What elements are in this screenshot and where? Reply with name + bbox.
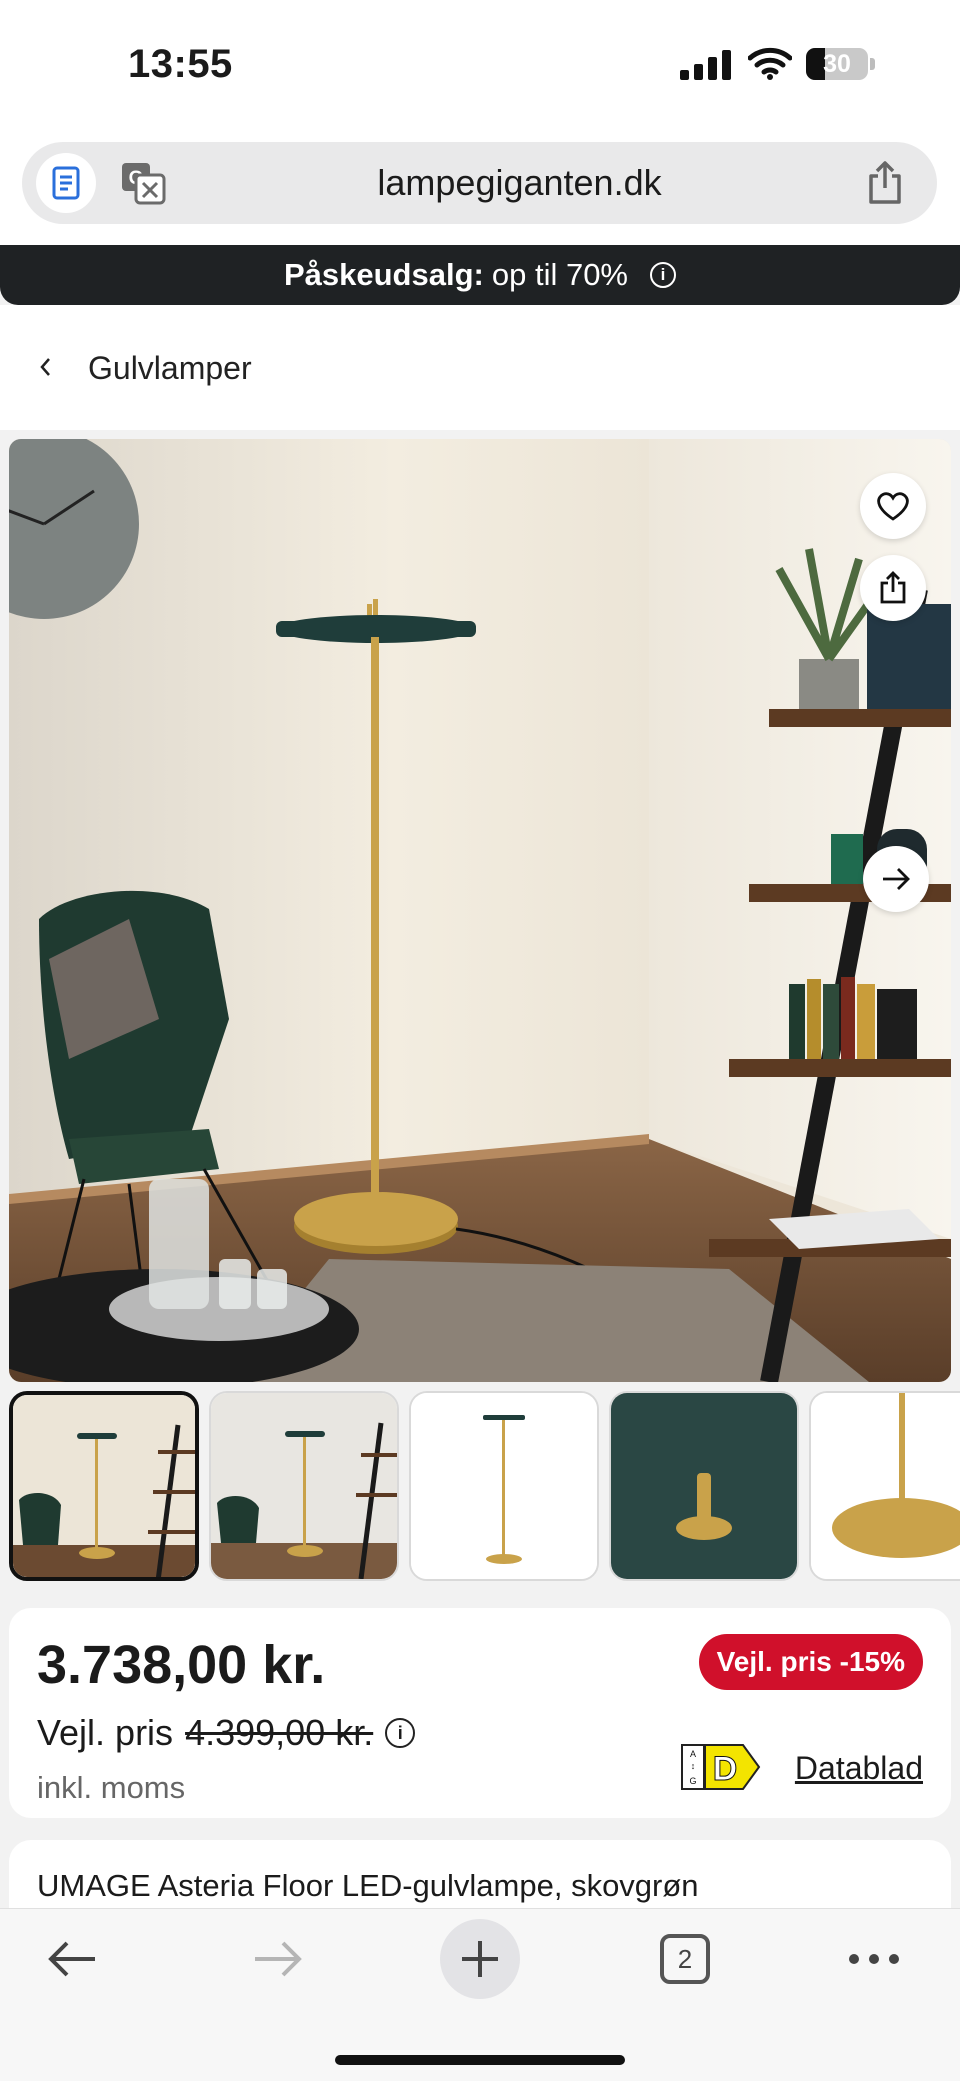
back-arrow-icon[interactable] (40, 1919, 104, 1999)
breadcrumb[interactable]: Gulvlamper (38, 350, 252, 387)
discount-badge: Vejl. pris -15% (698, 1634, 923, 1690)
address-bar[interactable]: G lampegiganten.dk (22, 142, 937, 224)
energy-label-icon[interactable]: A ↕ G D (681, 1744, 761, 1790)
tabs-icon[interactable]: 2 (655, 1919, 715, 1999)
heart-icon[interactable] (860, 473, 926, 539)
more-icon[interactable] (844, 1919, 904, 1999)
promo-text: op til 70% (491, 257, 628, 292)
battery-nub (870, 58, 875, 70)
product-title: UMAGE Asteria Floor LED-gulvlampe, skovg… (37, 1868, 699, 1903)
thumbnail-2[interactable] (209, 1391, 399, 1581)
breadcrumb-bar: Gulvlamper (0, 305, 960, 430)
vat-note: inkl. moms (37, 1770, 186, 1805)
current-price: 3.738,00 kr. (37, 1635, 326, 1695)
browser-chrome: G lampegiganten.dk (0, 130, 960, 245)
thumbnail-strip[interactable] (9, 1391, 960, 1581)
battery-percent: 30 (823, 50, 851, 78)
forward-arrow-icon[interactable] (246, 1919, 310, 1999)
share-icon[interactable] (861, 158, 909, 208)
promo-title: Påskeudsalg: (283, 257, 484, 292)
promo-banner[interactable]: Påskeudsalg: op til 70% i (0, 245, 960, 305)
rrp-old-price: 4.399,00 kr. (185, 1712, 374, 1753)
datasheet-link[interactable]: Datablad (795, 1750, 923, 1787)
product-main-image[interactable] (9, 439, 951, 1382)
chevron-left-icon (38, 352, 68, 386)
energy-scale-top: A (690, 1749, 696, 1759)
url-text[interactable]: lampegiganten.dk (222, 162, 817, 204)
thumbnail-3[interactable] (409, 1391, 599, 1581)
share-icon[interactable] (860, 555, 926, 621)
reader-icon[interactable] (36, 153, 96, 213)
thumbnail-5[interactable] (809, 1391, 960, 1581)
thumbnail-1[interactable] (9, 1391, 199, 1581)
recommended-price: Vejl. pris 4.399,00 kr. i (37, 1712, 416, 1754)
screen: 13:55 30 lampegiganten.dk Påskeudsalg: o… (0, 0, 960, 2081)
translate-icon[interactable]: G (116, 156, 170, 210)
energy-scale-bottom: G (689, 1776, 696, 1786)
energy-class: D (713, 1750, 738, 1788)
battery-icon: 30 (806, 48, 868, 80)
info-icon[interactable]: i (385, 1718, 416, 1748)
plus-icon[interactable] (440, 1919, 520, 1999)
arrow-right-icon[interactable] (863, 846, 929, 912)
status-time: 13:55 (128, 42, 233, 86)
price-card: 3.738,00 kr. Vejl. pris -15% Vejl. pris … (9, 1608, 951, 1818)
home-indicator (335, 2055, 625, 2065)
browser-toolbar: 2 (0, 1908, 960, 2081)
status-bar: 13:55 30 (0, 0, 960, 130)
thumbnail-4[interactable] (609, 1391, 799, 1581)
rrp-label: Vejl. pris (37, 1712, 174, 1753)
cellular-signal-icon (680, 50, 732, 80)
svg-text:↕: ↕ (691, 1761, 696, 1771)
breadcrumb-label[interactable]: Gulvlamper (88, 350, 252, 387)
tab-count: 2 (660, 1934, 710, 1984)
wifi-icon (747, 46, 793, 80)
info-icon[interactable]: i (650, 262, 676, 288)
